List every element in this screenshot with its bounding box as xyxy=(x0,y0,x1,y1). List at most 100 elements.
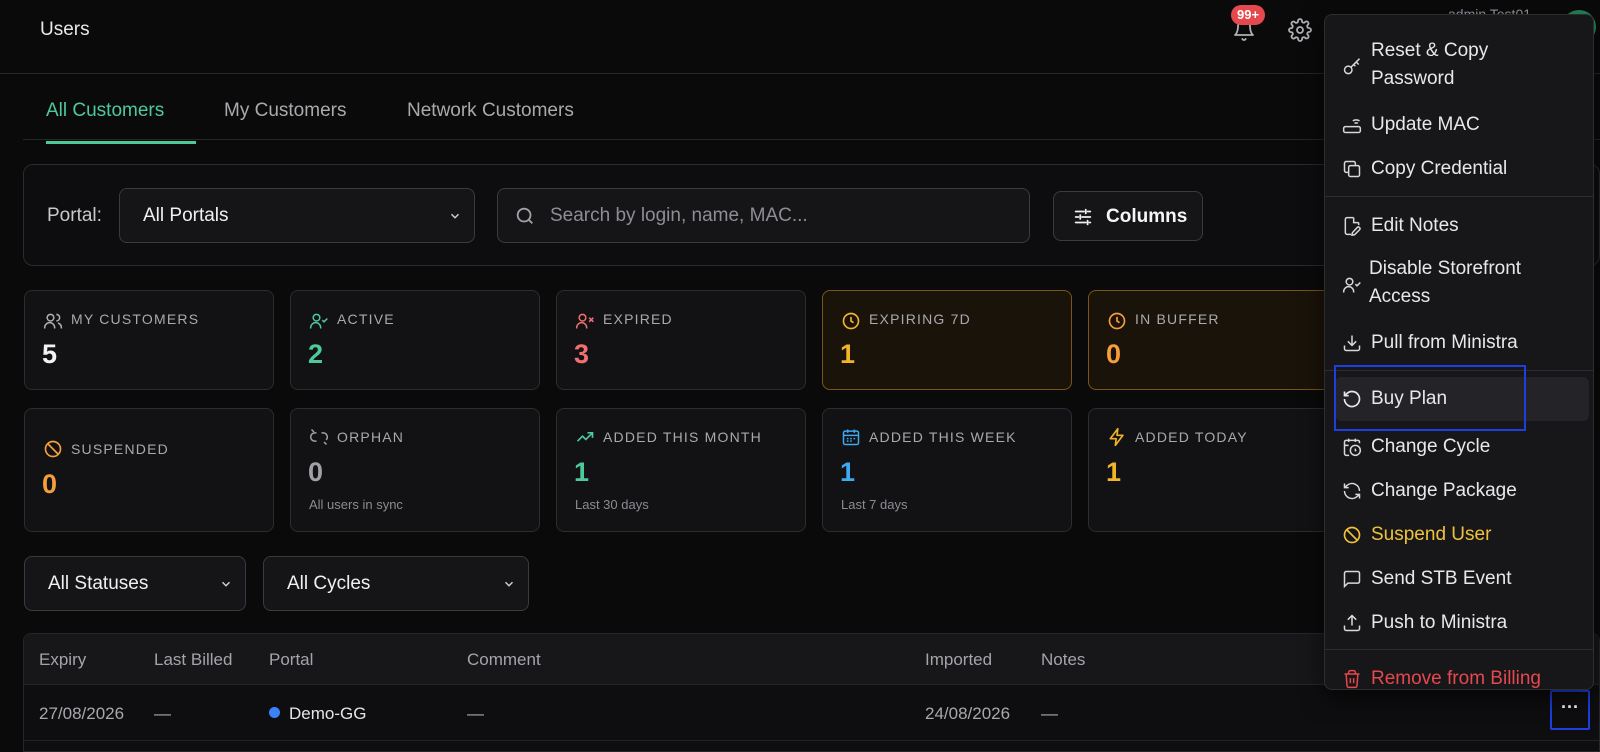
chevron-down-icon xyxy=(502,577,516,591)
stat-label: ADDED TODAY xyxy=(1135,429,1248,445)
menu-item-label: Remove from Billing xyxy=(1371,668,1541,689)
menu-divider xyxy=(1325,196,1593,197)
stat-label: ADDED THIS WEEK xyxy=(869,429,1017,445)
file-edit-icon xyxy=(1342,216,1362,236)
cell-portal: Demo-GG xyxy=(269,704,366,724)
menu-item-update-mac[interactable]: Update MAC xyxy=(1325,109,1593,141)
notification-badge: 99+ xyxy=(1231,5,1266,25)
menu-item-pull-ministra[interactable]: Pull from Ministra xyxy=(1325,327,1593,359)
portal-label: Portal: xyxy=(47,205,102,226)
search-icon xyxy=(514,205,536,227)
trending-up-icon xyxy=(575,427,595,447)
menu-item-label: Edit Notes xyxy=(1371,215,1459,236)
column-header-portal[interactable]: Portal xyxy=(269,650,313,670)
cell-imported: 24/08/2026 xyxy=(925,704,1011,723)
calendar-clock-icon xyxy=(1342,437,1362,457)
clock-icon xyxy=(841,311,861,331)
cell-expiry: 27/08/2026 xyxy=(39,704,125,723)
stat-value: 2 xyxy=(308,339,324,369)
stat-label: EXPIRING 7D xyxy=(869,311,971,327)
search-box[interactable] xyxy=(497,188,1030,243)
menu-item-label: Update MAC xyxy=(1371,114,1480,135)
stat-label: ACTIVE xyxy=(337,311,395,327)
status-select[interactable]: All Statuses xyxy=(24,556,246,611)
bolt-icon xyxy=(1107,427,1127,447)
row-divider xyxy=(24,740,1599,741)
unlink-icon xyxy=(309,427,329,447)
stat-card-expiring[interactable]: EXPIRING 7D 1 xyxy=(822,290,1072,390)
column-header-imported[interactable]: Imported xyxy=(925,650,992,670)
portal-select-value: All Portals xyxy=(143,205,229,226)
chevron-down-icon xyxy=(219,577,233,591)
menu-item-send-stb-event[interactable]: Send STB Event xyxy=(1325,563,1593,595)
stat-subtext: All users in sync xyxy=(309,497,403,512)
status-dot-icon xyxy=(269,707,280,718)
stat-label: IN BUFFER xyxy=(1135,311,1220,327)
sliders-icon xyxy=(1072,206,1094,228)
stat-label: MY CUSTOMERS xyxy=(71,311,200,327)
menu-item-reset-password[interactable]: Reset & Copy Password xyxy=(1325,37,1593,95)
column-header-notes[interactable]: Notes xyxy=(1041,650,1085,670)
ban-icon xyxy=(1342,525,1362,545)
menu-item-label: Reset & Copy Password xyxy=(1371,40,1489,89)
menu-divider xyxy=(1325,649,1593,650)
tab-network-customers[interactable]: Network Customers xyxy=(407,100,574,144)
stat-card-in-buffer[interactable]: IN BUFFER 0 xyxy=(1088,290,1338,390)
stat-card-added-month[interactable]: ADDED THIS MONTH 1 Last 30 days xyxy=(556,408,806,532)
clock-icon xyxy=(1107,311,1127,331)
tab-my-customers[interactable]: My Customers xyxy=(224,100,346,144)
ban-icon xyxy=(43,439,63,459)
cycle-select[interactable]: All Cycles xyxy=(263,556,529,611)
stat-card-expired[interactable]: EXPIRED 3 xyxy=(556,290,806,390)
menu-item-remove-billing[interactable]: Remove from Billing xyxy=(1325,663,1593,689)
stat-value: 5 xyxy=(42,339,58,369)
columns-label: Columns xyxy=(1106,206,1188,227)
stat-card-added-week[interactable]: ADDED THIS WEEK 1 Last 7 days xyxy=(822,408,1072,532)
stat-card-active[interactable]: ACTIVE 2 xyxy=(290,290,540,390)
portal-select[interactable]: All Portals xyxy=(119,188,475,243)
menu-item-copy-credential[interactable]: Copy Credential xyxy=(1325,153,1593,185)
stat-card-suspended[interactable]: SUSPENDED 0 xyxy=(24,408,274,532)
download-icon xyxy=(1342,333,1362,353)
calendar-icon xyxy=(841,427,861,447)
stat-card-orphan[interactable]: ORPHAN 0 All users in sync xyxy=(290,408,540,532)
columns-button[interactable]: Columns xyxy=(1053,191,1203,241)
cell-notes: — xyxy=(1041,704,1058,723)
user-x-icon xyxy=(575,311,595,331)
menu-item-label: Change Package xyxy=(1371,480,1517,501)
stat-label: ORPHAN xyxy=(337,429,405,445)
cell-last-billed: — xyxy=(154,704,171,723)
stat-subtext: Last 30 days xyxy=(575,497,649,512)
stat-value: 1 xyxy=(840,457,856,487)
menu-item-change-cycle[interactable]: Change Cycle xyxy=(1325,431,1593,463)
stat-card-my-customers[interactable]: MY CUSTOMERS 5 xyxy=(24,290,274,390)
menu-item-edit-notes[interactable]: Edit Notes xyxy=(1325,210,1593,242)
message-icon xyxy=(1342,569,1362,589)
column-header-last-billed[interactable]: Last Billed xyxy=(154,650,232,670)
column-header-expiry[interactable]: Expiry xyxy=(39,650,86,670)
stat-card-added-today[interactable]: ADDED TODAY 1 xyxy=(1088,408,1338,532)
cycle-select-value: All Cycles xyxy=(287,573,371,594)
cell-portal-label: Demo-GG xyxy=(289,704,367,723)
user-check-icon xyxy=(1342,275,1362,295)
stat-label: SUSPENDED xyxy=(71,441,169,457)
users-icon xyxy=(43,311,63,331)
search-input[interactable] xyxy=(550,199,1010,233)
tab-all-customers[interactable]: All Customers xyxy=(46,100,196,144)
stat-value: 0 xyxy=(1106,339,1122,369)
row-actions-button[interactable]: ··· xyxy=(1550,690,1590,730)
menu-item-disable-storefront[interactable]: Disable Storefront Access xyxy=(1325,255,1593,313)
menu-item-label: Disable Storefront Access xyxy=(1369,258,1522,307)
stat-label: EXPIRED xyxy=(603,311,673,327)
menu-item-suspend-user[interactable]: Suspend User xyxy=(1325,519,1593,551)
menu-item-label: Change Cycle xyxy=(1371,436,1491,457)
focus-highlight xyxy=(1334,365,1526,431)
menu-item-label: Push to Ministra xyxy=(1371,612,1508,633)
gear-icon[interactable] xyxy=(1288,18,1312,42)
stat-value: 0 xyxy=(308,457,324,487)
menu-item-change-package[interactable]: Change Package xyxy=(1325,475,1593,507)
column-header-comment[interactable]: Comment xyxy=(467,650,541,670)
menu-item-push-ministra[interactable]: Push to Ministra xyxy=(1325,607,1593,639)
stat-value: 0 xyxy=(42,469,58,499)
stat-value: 1 xyxy=(574,457,590,487)
